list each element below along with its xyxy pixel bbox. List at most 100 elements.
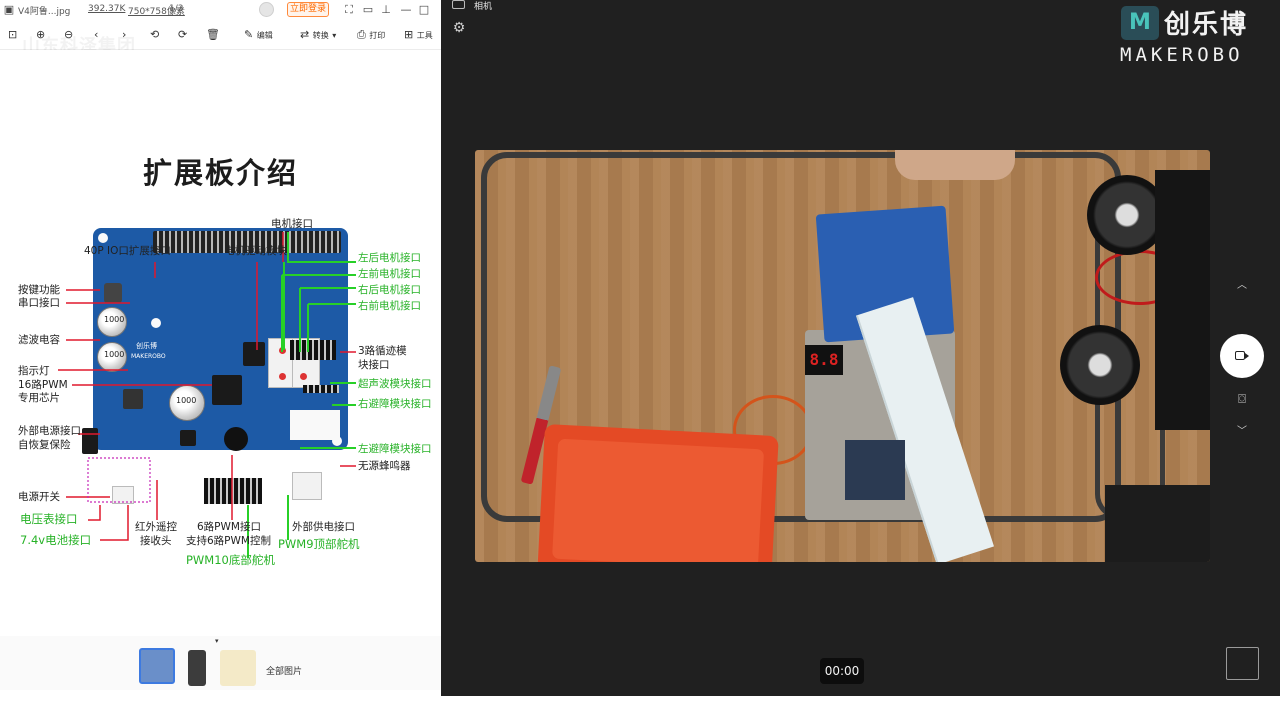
rotate-left-icon[interactable]: ⟲ <box>150 27 159 42</box>
switch-socket <box>112 486 134 504</box>
label-ext-power-b: 自恢复保险 <box>18 439 71 451</box>
label-left-front-motor: 左前电机接口 <box>358 268 421 280</box>
camera-title: 相机 <box>474 2 493 12</box>
label-pwm6-b: 支持6路PWM控制 <box>186 535 271 547</box>
convert-button[interactable]: ⇄ 转换 ▾ <box>300 27 336 42</box>
maximize-icon[interactable]: □ <box>417 3 431 16</box>
page-index: 1/3 <box>169 4 184 14</box>
socket-pin <box>279 373 286 380</box>
all-images-link[interactable]: 全部图片 <box>266 664 302 677</box>
camera-icon[interactable]: ⌼ <box>1234 392 1250 407</box>
chassis <box>1155 170 1210 430</box>
pwm6-header <box>204 478 262 504</box>
switch-mark: 开 <box>148 490 158 501</box>
convert-label: 转换 <box>312 31 329 40</box>
parts-tray <box>537 423 779 562</box>
avatar[interactable] <box>259 2 274 17</box>
video-record-icon <box>1235 351 1249 360</box>
label-io-header: 40P IO口扩展接口 <box>84 245 171 257</box>
file-name: V4阿鲁...jpg <box>18 7 71 17</box>
fit-window-icon[interactable]: ⊡ <box>8 27 17 42</box>
label-motor-driver: 电机驱动模块 <box>224 245 287 257</box>
label-ultrasonic: 超声波模块接口 <box>358 378 432 390</box>
label-power-switch: 电源开关 <box>18 491 60 503</box>
label-pwm9: PWM9顶部舵机 <box>278 537 360 551</box>
camera-app-icon <box>452 0 465 9</box>
thumbnail-1[interactable] <box>139 648 175 684</box>
gallery-button[interactable] <box>1226 647 1259 680</box>
label-line-track-a: 3路循迹模 <box>358 345 407 357</box>
gear-icon[interactable]: ⚙ <box>451 20 467 36</box>
delete-icon[interactable]: 🗑 <box>206 27 220 42</box>
label-serial-port: 串口接口 <box>18 297 60 309</box>
label-indicator: 指示灯 <box>18 365 50 377</box>
page-title: 扩展板介绍 <box>142 156 298 190</box>
tools-button[interactable]: ⊞ 工具 <box>404 27 433 42</box>
edit-button[interactable]: ✎ 编辑 <box>244 27 273 42</box>
buzzer <box>224 427 248 451</box>
label-motor-port: 电机接口 <box>271 218 313 230</box>
print-button[interactable]: ⎙ 打印 <box>357 27 385 42</box>
label-right-rear-motor: 右后电机接口 <box>358 284 421 296</box>
label-ir-a: 红外遥控 <box>135 521 177 533</box>
driver-chip <box>243 342 265 366</box>
label-ext-supply: 外部供电接口 <box>292 521 355 533</box>
logo-cn: 创乐博 <box>1164 10 1249 40</box>
label-left-obstacle: 左避障模块接口 <box>358 443 432 455</box>
record-button[interactable] <box>1220 334 1264 378</box>
chevron-down-icon[interactable]: ﹀ <box>1235 422 1249 437</box>
wheel <box>1060 325 1140 405</box>
image-viewer-window: ▣ V4阿鲁...jpg 392.37K 750*758像素 1/3 立即登录 … <box>0 0 441 690</box>
cap-value: 1000 <box>104 315 125 324</box>
camera-preview: 8.8 <box>475 150 1210 562</box>
file-size: 392.37K <box>88 4 126 14</box>
rotate-right-icon[interactable]: ⟳ <box>178 27 187 42</box>
login-button[interactable]: 立即登录 <box>287 2 329 17</box>
regulator <box>123 389 143 409</box>
label-left-rear-motor: 左后电机接口 <box>358 252 421 264</box>
cap-value: 1000 <box>176 396 197 405</box>
label-ext-power-a: 外部电源接口 <box>18 425 81 437</box>
label-battery: 7.4v电池接口 <box>20 533 92 547</box>
record-timer: 00:00 <box>820 658 864 684</box>
key-button <box>104 283 122 303</box>
track-pins <box>290 340 336 360</box>
regulator-2 <box>180 430 196 446</box>
fullscreen-icon[interactable]: ⛶ <box>342 3 356 16</box>
collapse-strip-icon[interactable]: ▾ <box>215 634 219 649</box>
segment-display: 8.8 <box>805 345 843 375</box>
ultrasonic-pins <box>303 385 339 393</box>
minimize-icon[interactable]: — <box>399 3 413 16</box>
label-ir-b: 接收头 <box>140 535 172 547</box>
logo-en: MAKEROBO <box>1120 44 1244 66</box>
desktop: ▣ V4阿鲁...jpg 392.37K 750*758像素 1/3 立即登录 … <box>0 0 1280 702</box>
ext-supply-socket <box>292 472 322 500</box>
servo-mount <box>845 440 905 500</box>
thumbnail-2[interactable] <box>188 650 206 686</box>
app-icon: ▣ <box>3 3 15 16</box>
mount-hole <box>151 318 161 328</box>
cap-value: 1000 <box>104 350 125 359</box>
label-voltmeter: 电压表接口 <box>20 512 78 526</box>
socket-pin <box>300 373 307 380</box>
pwm-chip <box>212 375 242 405</box>
chevron-up-icon[interactable]: ︿ <box>1235 276 1249 291</box>
brand-logo: M 创乐博 MAKEROBO <box>1118 2 1280 66</box>
label-pwm16-b: 专用芯片 <box>18 392 60 404</box>
pin-icon[interactable]: ⊥ <box>379 3 393 16</box>
print-label: 打印 <box>369 31 386 40</box>
label-right-obstacle: 右避障模块接口 <box>358 398 432 410</box>
window-mode-icon[interactable]: ▭ <box>361 3 375 16</box>
label-pwm6-a: 6路PWM接口 <box>197 521 261 533</box>
thumbnail-3[interactable] <box>220 650 256 686</box>
label-buzzer: 无源蜂鸣器 <box>358 460 411 472</box>
tools-label: 工具 <box>416 31 433 40</box>
camera-window: 相机 ⚙ M 创乐博 MAKEROBO 8.8 ︿ ⌼ ﹀ 00:00 <box>441 0 1280 696</box>
viewer-titlebar: ▣ V4阿鲁...jpg 392.37K 750*758像素 1/3 立即登录 … <box>0 0 441 19</box>
edit-label: 编辑 <box>256 31 273 40</box>
board-cutout <box>290 410 340 440</box>
tray-inner <box>552 438 765 562</box>
label-right-front-motor: 右前电机接口 <box>358 300 421 312</box>
power-jack <box>82 428 98 454</box>
socket-pin <box>279 347 286 354</box>
